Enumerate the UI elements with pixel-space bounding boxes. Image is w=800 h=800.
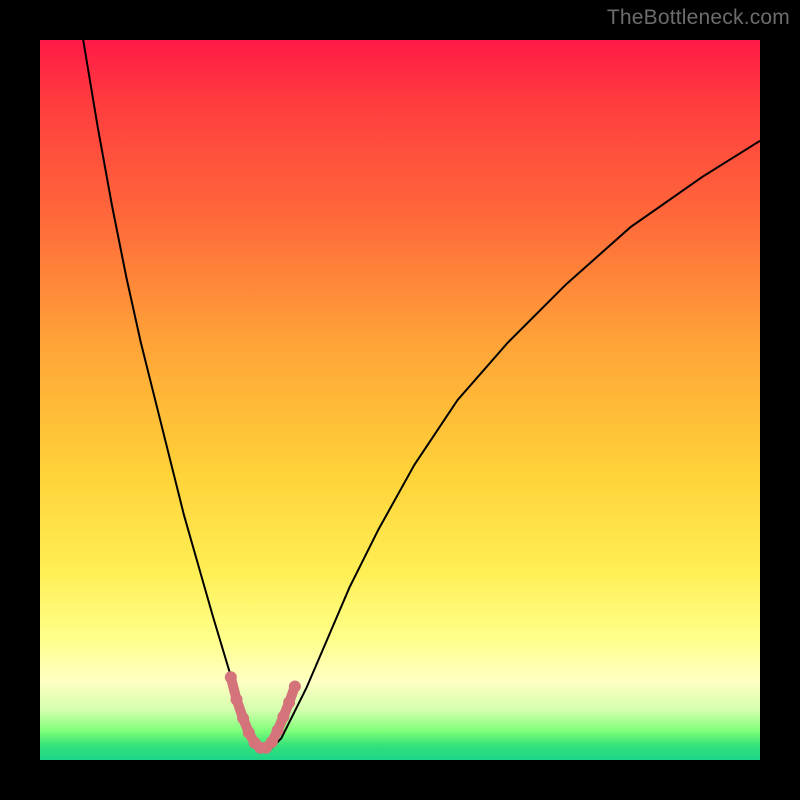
valley-dot — [243, 727, 255, 739]
watermark-text: TheBottleneck.com — [607, 6, 790, 30]
valley-dot — [225, 671, 237, 683]
valley-dot — [231, 694, 243, 706]
plot-area — [40, 40, 760, 760]
valley-dot — [289, 681, 301, 693]
bottleneck-curve — [83, 40, 760, 749]
valley-dot — [266, 736, 278, 748]
chart-svg — [40, 40, 760, 760]
valley-dot — [237, 712, 249, 724]
valley-dot — [283, 696, 295, 708]
valley-dot — [277, 711, 289, 723]
chart-frame: TheBottleneck.com — [0, 0, 800, 800]
valley-dot — [272, 724, 284, 736]
